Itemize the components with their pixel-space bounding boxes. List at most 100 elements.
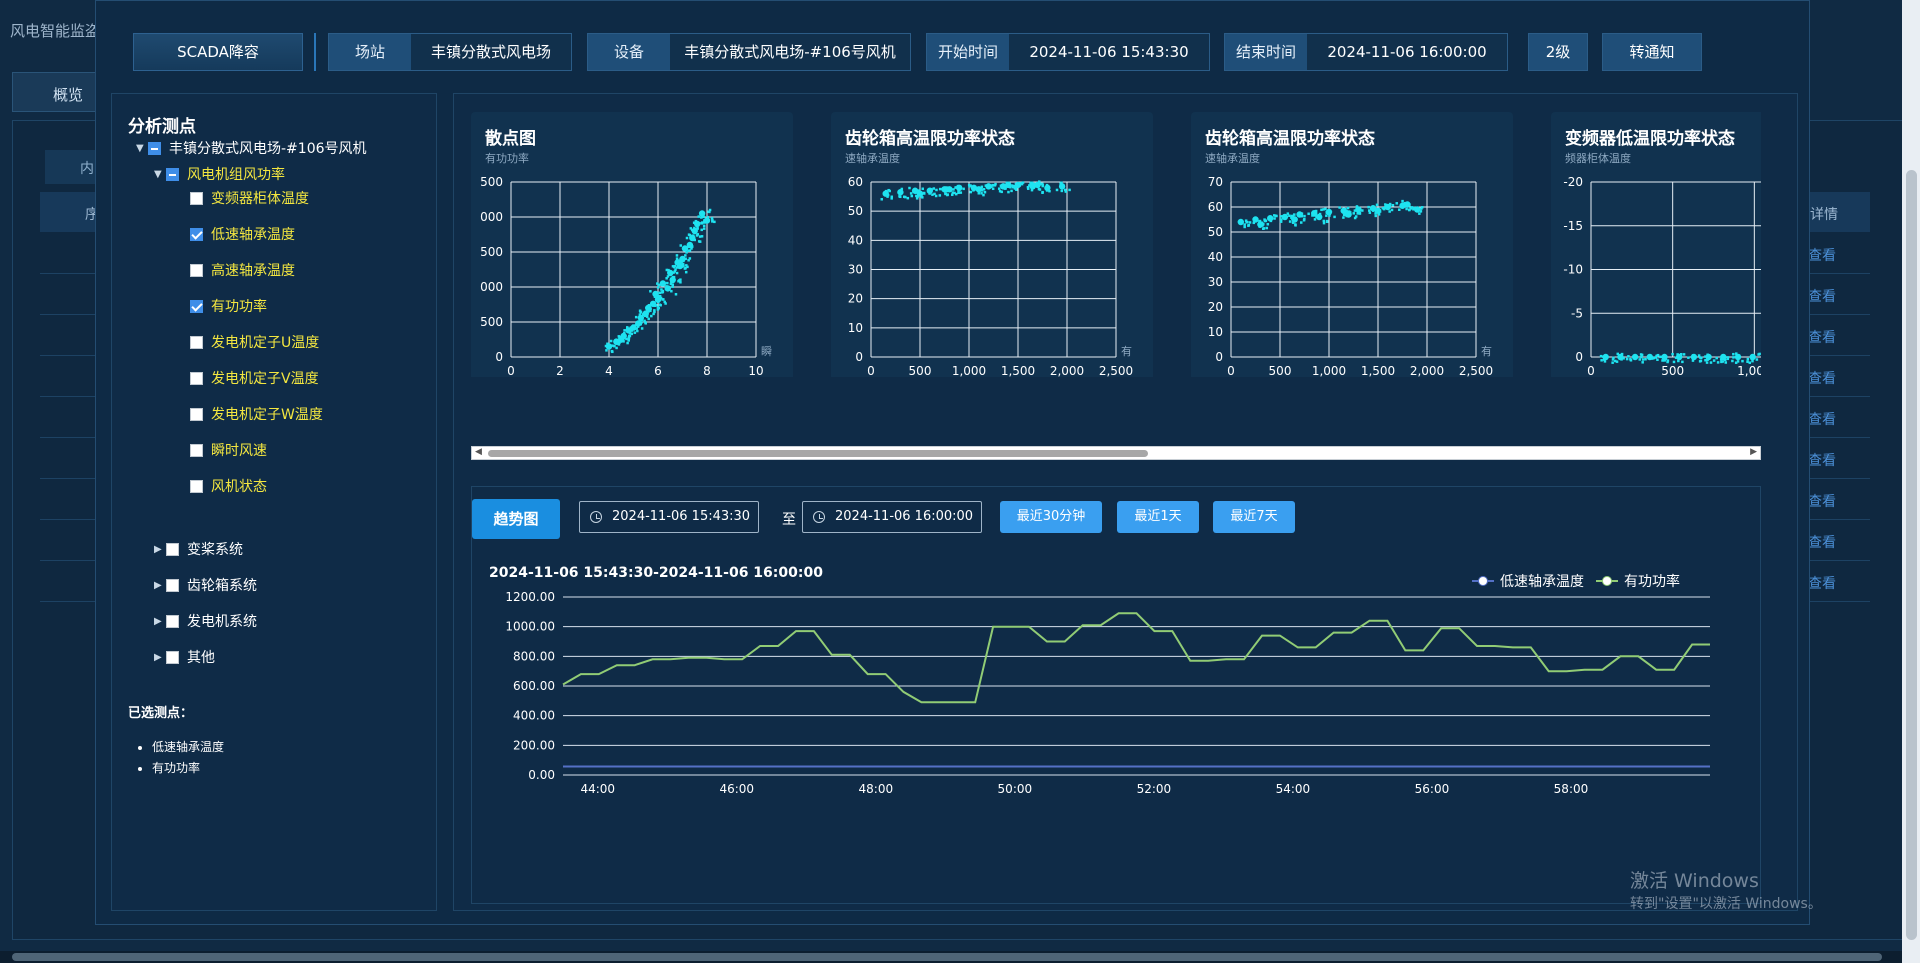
- tree-item-checkbox[interactable]: [190, 443, 203, 457]
- tree-group[interactable]: ▶ 其他: [154, 647, 215, 667]
- tree-item-checkbox[interactable]: [190, 227, 203, 241]
- tree-item[interactable]: 发电机定子W温度: [190, 404, 323, 424]
- background-row-link[interactable]: 查看: [1808, 368, 1836, 388]
- tree-item-checkbox[interactable]: [190, 407, 203, 421]
- tree-item-label: 发电机定子W温度: [211, 407, 323, 423]
- gearbox-card-2: 0 500 1,000 1,500 2,000 2,500 0 10 20 30 40 50 60 70 有…: [1191, 112, 1513, 377]
- device-value: 丰镇分散式风电场-#106号风机: [670, 34, 910, 70]
- scatter-point: [1020, 182, 1024, 186]
- scatter-point: [1265, 226, 1269, 230]
- caret-down-icon[interactable]: ▼: [154, 169, 166, 180]
- windows-watermark-subtitle: 转到"设置"以激活 Windows。: [1630, 896, 1822, 912]
- from-date-input[interactable]: 2024-11-06 15:43:30: [579, 501, 759, 533]
- tree-group-power[interactable]: ▼ 风电机组风功率: [154, 164, 285, 184]
- tree-item-checkbox[interactable]: [190, 191, 203, 205]
- tree-group-power-checkbox[interactable]: [166, 167, 179, 181]
- tree-item-checkbox[interactable]: [190, 263, 203, 277]
- scatter-point: [668, 272, 672, 275]
- scatter-point: [690, 247, 693, 250]
- y-tick-label: 0: [855, 350, 863, 364]
- background-row-link[interactable]: 查看: [1808, 532, 1836, 552]
- tree-group[interactable]: ▶ 齿轮箱系统: [154, 575, 257, 595]
- notify-button[interactable]: 转通知: [1602, 33, 1702, 71]
- background-row-link[interactable]: 查看: [1808, 573, 1836, 593]
- tree-item[interactable]: 风机状态: [190, 476, 267, 496]
- scatter-point: [1611, 361, 1614, 364]
- scatter-point: [652, 292, 656, 296]
- scatter-point: [951, 191, 955, 194]
- caret-right-icon[interactable]: ▶: [154, 580, 166, 591]
- scatter-point: [1418, 212, 1421, 215]
- scatter-point: [622, 337, 625, 340]
- to-date-input[interactable]: 2024-11-06 16:00:00: [802, 501, 982, 533]
- background-row-link[interactable]: 查看: [1808, 286, 1836, 306]
- tree-item[interactable]: 有功功率: [190, 296, 267, 316]
- background-row-link[interactable]: 查看: [1808, 409, 1836, 429]
- caret-right-icon[interactable]: ▶: [154, 616, 166, 627]
- device-field: 设备 丰镇分散式风电场-#106号风机: [587, 33, 911, 71]
- background-row-link[interactable]: 查看: [1808, 245, 1836, 265]
- tree-group-checkbox[interactable]: [166, 578, 179, 592]
- tree-item[interactable]: 变频器柜体温度: [190, 188, 309, 208]
- tree-item-checkbox[interactable]: [190, 335, 203, 349]
- scatter-point: [698, 240, 702, 243]
- tree-group[interactable]: ▶ 发电机系统: [154, 611, 257, 631]
- scatter-point: [685, 236, 689, 240]
- x-axis-label: 有: [1121, 344, 1132, 358]
- tree-root[interactable]: ▼ 丰镇分散式风电场-#106号风机: [136, 138, 367, 158]
- tree-group-checkbox[interactable]: [166, 542, 179, 556]
- scatter-point: [972, 189, 975, 192]
- tree-group[interactable]: ▶ 变桨系统: [154, 539, 243, 559]
- scatter-point: [1374, 208, 1377, 212]
- tree-group-checkbox[interactable]: [166, 614, 179, 628]
- horizontal-scrollbar-thumb[interactable]: [12, 953, 1882, 961]
- tree-item[interactable]: 发电机定子V温度: [190, 368, 319, 388]
- scatter-point: [1709, 361, 1713, 364]
- background-row-link[interactable]: 查看: [1808, 327, 1836, 347]
- background-row-link[interactable]: 查看: [1808, 491, 1836, 511]
- scatter-point: [1676, 355, 1679, 359]
- scatter-point: [675, 271, 679, 275]
- tree-item-label: 发电机定子V温度: [211, 371, 319, 387]
- scatter-point: [1602, 358, 1606, 361]
- tree-item[interactable]: 发电机定子U温度: [190, 332, 319, 352]
- scatter-point: [606, 346, 609, 349]
- caret-down-icon[interactable]: ▼: [136, 143, 148, 154]
- background-row-link[interactable]: 查看: [1808, 450, 1836, 470]
- tree-item[interactable]: 高速轴承温度: [190, 260, 295, 280]
- last-1-day-button[interactable]: 最近1天: [1117, 501, 1199, 533]
- scatter-point: [683, 267, 687, 270]
- tree-item-checkbox[interactable]: [190, 479, 203, 493]
- tree-item[interactable]: 低速轴承温度: [190, 224, 295, 244]
- tree-group-checkbox[interactable]: [166, 650, 179, 664]
- vertical-scrollbar[interactable]: [1902, 0, 1920, 963]
- tree-item[interactable]: 瞬时风速: [190, 440, 267, 460]
- caret-right-icon[interactable]: ▶: [154, 652, 166, 663]
- scatter-point: [1372, 209, 1375, 212]
- scatter-point: [1716, 361, 1720, 364]
- scatter-point: [1388, 210, 1391, 213]
- x-tick-label: 1,500: [1361, 364, 1395, 377]
- cards-scrollbar-thumb[interactable]: [488, 450, 1148, 457]
- level-button[interactable]: 2级: [1528, 33, 1588, 71]
- scroll-left-icon[interactable]: ◀: [475, 447, 482, 457]
- last-30-min-button[interactable]: 最近30分钟: [1000, 501, 1102, 533]
- scatter-point: [1391, 203, 1395, 207]
- scatter-point: [1045, 189, 1049, 192]
- caret-right-icon[interactable]: ▶: [154, 544, 166, 555]
- scroll-right-icon[interactable]: ▶: [1750, 447, 1757, 457]
- tree-item-checkbox[interactable]: [190, 299, 203, 313]
- scada-derate-button[interactable]: SCADA降容: [133, 33, 303, 71]
- last-7-days-button[interactable]: 最近7天: [1213, 501, 1295, 533]
- cards-scrollbar[interactable]: ◀ ▶: [471, 446, 1761, 460]
- x-tick-label: 54:00: [1276, 782, 1311, 796]
- tree-item-label: 发电机定子U温度: [211, 335, 320, 351]
- card-title: 变频器低温限功率状态: [1565, 129, 1735, 149]
- trend-tab-button[interactable]: 趋势图: [472, 499, 560, 539]
- horizontal-scrollbar[interactable]: [0, 951, 1902, 963]
- vertical-scrollbar-thumb[interactable]: [1906, 170, 1917, 940]
- tree-item-checkbox[interactable]: [190, 371, 203, 385]
- scatter-point: [684, 270, 688, 274]
- scatter-point: [1314, 209, 1318, 213]
- tree-root-checkbox[interactable]: [148, 141, 161, 155]
